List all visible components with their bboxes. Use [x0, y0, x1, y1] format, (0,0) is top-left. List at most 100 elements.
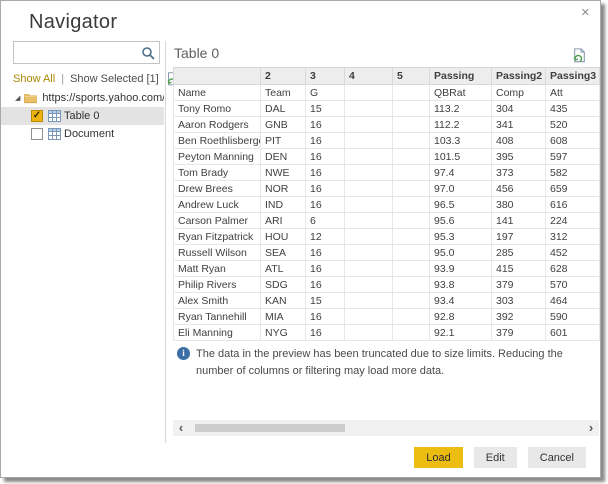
expander-icon[interactable]: ◢: [15, 95, 20, 102]
table0-checkbox[interactable]: ✓: [31, 110, 43, 122]
show-all-link[interactable]: Show All: [13, 73, 55, 85]
edit-button[interactable]: Edit: [474, 447, 517, 468]
cell: [393, 229, 430, 245]
table-row: Drew Brees NOR 16 97.0 456 659: [174, 181, 600, 197]
scroll-right-icon[interactable]: ›: [583, 420, 599, 436]
cell: [345, 117, 393, 133]
cell: Ryan Tannehill: [174, 309, 261, 325]
cell: 380: [492, 197, 546, 213]
cell: Name: [174, 85, 261, 101]
cell: 304: [492, 101, 546, 117]
cell: DAL: [261, 101, 306, 117]
cell: 16: [306, 197, 345, 213]
search-icon[interactable]: [141, 46, 155, 60]
load-button[interactable]: Load: [414, 447, 462, 468]
tree-item-table0[interactable]: ✓ Table 0: [1, 107, 164, 125]
cell: [345, 149, 393, 165]
cell: Carson Palmer: [174, 213, 261, 229]
search-input[interactable]: [16, 44, 138, 61]
cell: 15: [306, 293, 345, 309]
column-header: [174, 68, 261, 85]
cell: G: [306, 85, 345, 101]
cell: [393, 325, 430, 341]
cell: [345, 197, 393, 213]
cell: NOR: [261, 181, 306, 197]
cell: 608: [546, 133, 600, 149]
table-row: Russell Wilson SEA 16 95.0 285 452: [174, 245, 600, 261]
cell: [345, 213, 393, 229]
cell: GNB: [261, 117, 306, 133]
cell: 16: [306, 325, 345, 341]
cell: 97.0: [430, 181, 492, 197]
column-header: 5: [393, 68, 430, 85]
cell: 224: [546, 213, 600, 229]
table-row: Alex Smith KAN 15 93.4 303 464: [174, 293, 600, 309]
cell: Andrew Luck: [174, 197, 261, 213]
cell: MIA: [261, 309, 306, 325]
tree-root-label: https://sports.yahoo.com/nf...: [42, 92, 164, 104]
cell: 452: [546, 245, 600, 261]
tree-root-item[interactable]: ◢ https://sports.yahoo.com/nf...: [1, 89, 164, 107]
cancel-button[interactable]: Cancel: [528, 447, 586, 468]
table-icon: [48, 128, 61, 140]
cell: 341: [492, 117, 546, 133]
cell: Ben Roethlisberger: [174, 133, 261, 149]
cell: Russell Wilson: [174, 245, 261, 261]
document-checkbox[interactable]: [31, 128, 43, 140]
cell: 112.2: [430, 117, 492, 133]
cell: 464: [546, 293, 600, 309]
table-row: Name Team G QBRat Comp Att: [174, 85, 600, 101]
header-row: 2345PassingPassing2Passing3: [174, 68, 600, 85]
cell: 373: [492, 165, 546, 181]
cell: 92.8: [430, 309, 492, 325]
table-row: Ryan Fitzpatrick HOU 12 95.3 197 312: [174, 229, 600, 245]
cell: 408: [492, 133, 546, 149]
folder-icon: [24, 92, 37, 104]
cell: [345, 293, 393, 309]
column-header: Passing: [430, 68, 492, 85]
scroll-left-icon[interactable]: ‹: [173, 420, 189, 436]
cell: 628: [546, 261, 600, 277]
cell: 95.6: [430, 213, 492, 229]
refresh-preview-icon[interactable]: [573, 48, 586, 63]
cell: [345, 133, 393, 149]
tree-item-label: Document: [64, 128, 114, 140]
cell: Peyton Manning: [174, 149, 261, 165]
cell: 95.3: [430, 229, 492, 245]
cell: [345, 165, 393, 181]
cell: [393, 277, 430, 293]
tree-item-document[interactable]: Document: [1, 125, 164, 143]
link-separator: |: [61, 73, 64, 85]
cell: Comp: [492, 85, 546, 101]
cell: 93.9: [430, 261, 492, 277]
cell: [345, 277, 393, 293]
table-row: Andrew Luck IND 16 96.5 380 616: [174, 197, 600, 213]
info-icon: i: [177, 347, 190, 360]
cell: 379: [492, 277, 546, 293]
cell: [345, 309, 393, 325]
cell: 103.3: [430, 133, 492, 149]
cell: 456: [492, 181, 546, 197]
cell: [393, 133, 430, 149]
cell: 616: [546, 197, 600, 213]
scrollbar-thumb[interactable]: [195, 424, 345, 432]
close-icon[interactable]: ✕: [581, 6, 590, 19]
cell: IND: [261, 197, 306, 213]
cell: ATL: [261, 261, 306, 277]
show-selected-link[interactable]: Show Selected [1]: [70, 73, 159, 85]
cell: Philip Rivers: [174, 277, 261, 293]
horizontal-scrollbar[interactable]: ‹ ›: [173, 420, 599, 436]
cell: 95.0: [430, 245, 492, 261]
cell: KAN: [261, 293, 306, 309]
cell: [345, 229, 393, 245]
cell: 285: [492, 245, 546, 261]
cell: 312: [546, 229, 600, 245]
cell: 141: [492, 213, 546, 229]
cell: 16: [306, 181, 345, 197]
table-row: Eli Manning NYG 16 92.1 379 601: [174, 325, 600, 341]
cell: 197: [492, 229, 546, 245]
cell: 520: [546, 117, 600, 133]
cell: 582: [546, 165, 600, 181]
cell: 16: [306, 165, 345, 181]
column-header: 2: [261, 68, 306, 85]
